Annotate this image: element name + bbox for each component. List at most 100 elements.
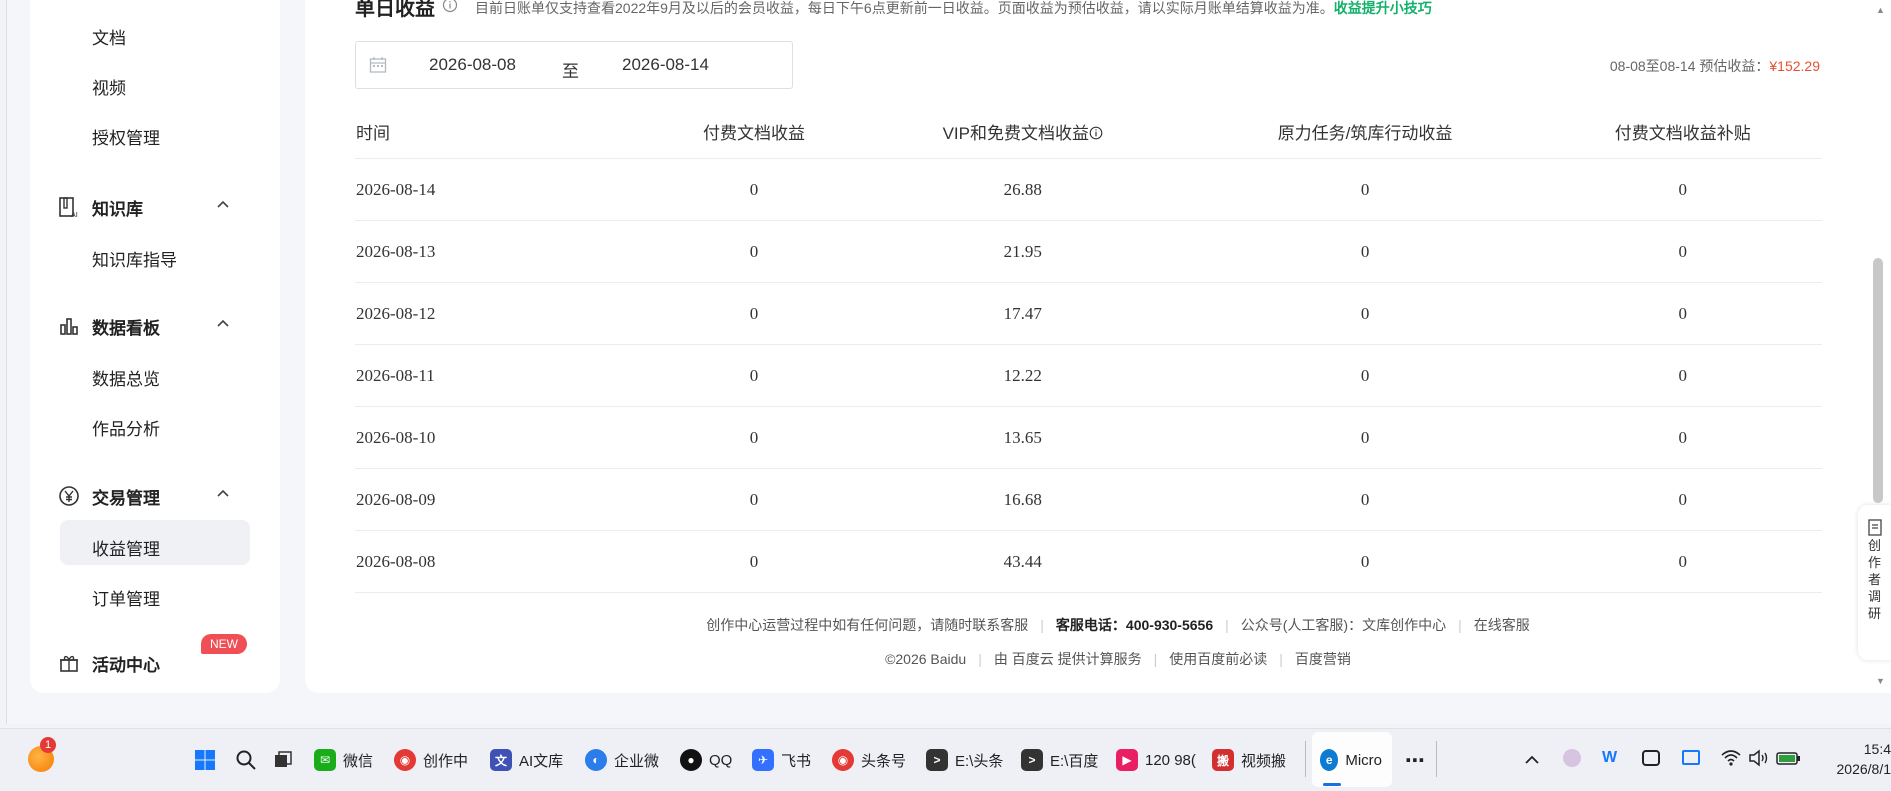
taskbar-app-terminal-toutiao[interactable]: >E:\头条 bbox=[926, 745, 1003, 775]
taskbar-label: 120 98( bbox=[1145, 752, 1196, 769]
section-note: 目前日账单仅支持查看2022年9月及以后的会员收益，每日下午6点更新前一日收益。… bbox=[475, 0, 1432, 18]
sidebar-item-work-analysis[interactable]: 作品分析 bbox=[92, 415, 160, 440]
taskbar-app-chrome-creator[interactable]: ◉ 创作中 bbox=[394, 745, 468, 775]
taskbar-label: 创作中 bbox=[423, 750, 468, 771]
system-clock[interactable]: 15:4 2026/8/1 bbox=[1837, 739, 1891, 779]
cell-value: 0 bbox=[649, 407, 859, 469]
cell-value: 13.65 bbox=[859, 407, 1187, 469]
taskbar-label: 飞书 bbox=[781, 750, 811, 771]
tray-toggle-icon[interactable] bbox=[1642, 750, 1660, 766]
info-icon[interactable] bbox=[442, 0, 458, 13]
sidebar-group-data-dashboard[interactable]: 数据看板 bbox=[56, 309, 246, 343]
taskbar-app-wechat[interactable]: ✉微信 bbox=[314, 745, 373, 775]
tray-display-icon[interactable] bbox=[1682, 750, 1700, 765]
video-app-icon: ▶ bbox=[1116, 749, 1138, 771]
taskbar-label: Micro bbox=[1345, 752, 1382, 769]
chevron-up-icon[interactable] bbox=[214, 196, 232, 214]
taskbar-app-terminal-baidu[interactable]: >E:\百度 bbox=[1021, 745, 1098, 775]
taskbar-label: 视频搬 bbox=[1241, 750, 1286, 771]
page-scrollbar[interactable] bbox=[1873, 258, 1883, 503]
sidebar-item-order-management[interactable]: 订单管理 bbox=[92, 585, 160, 610]
info-icon[interactable] bbox=[1089, 126, 1103, 140]
tray-app-icon[interactable]: W bbox=[1602, 749, 1622, 767]
scroll-down-arrow-icon[interactable]: ▼ bbox=[1876, 676, 1885, 686]
summary-label: 08-08至08-14 预估收益： bbox=[1610, 58, 1770, 74]
scroll-up-arrow-icon[interactable]: ▲ bbox=[1876, 5, 1885, 15]
cell-value: 0 bbox=[1187, 469, 1544, 531]
task-view-icon[interactable] bbox=[273, 750, 293, 770]
windows-start-icon[interactable] bbox=[194, 749, 216, 771]
date-range-picker[interactable]: 2026-08-08 至 2026-08-14 bbox=[355, 41, 793, 89]
cell-value: 21.95 bbox=[859, 221, 1187, 283]
sidebar-item-authorization[interactable]: 授权管理 bbox=[92, 124, 160, 149]
creator-survey-float[interactable]: 创 作 者 调 研 bbox=[1858, 505, 1891, 660]
header-vip-free-income-label: VIP和免费文档收益 bbox=[943, 124, 1089, 143]
header-date: 时间 bbox=[355, 105, 649, 159]
sidebar-item-docs[interactable]: 文档 bbox=[92, 24, 126, 49]
cell-value: 0 bbox=[1187, 283, 1544, 345]
footer-copyright-line: ©2026 Baidu|由 百度云 提供计算服务|使用百度前必读|百度营销 bbox=[0, 649, 1891, 669]
header-task-income: 原力任务/筑库行动收益 bbox=[1187, 105, 1544, 159]
sidebar-item-video[interactable]: 视频 bbox=[92, 74, 126, 99]
taskbar-app-edge[interactable]: e Micro bbox=[1320, 745, 1382, 775]
float-text: 者 bbox=[1858, 571, 1891, 588]
edge-icon: e bbox=[1320, 749, 1338, 771]
chevron-up-icon[interactable] bbox=[214, 315, 232, 333]
taskbar-divider bbox=[1436, 741, 1437, 777]
table-row: 2026-08-09016.6800 bbox=[355, 469, 1822, 531]
wifi-icon[interactable] bbox=[1720, 749, 1742, 767]
wechat-icon: ✉ bbox=[314, 749, 336, 771]
battery-icon[interactable] bbox=[1776, 749, 1802, 767]
wenku-icon: 文 bbox=[490, 749, 512, 771]
volume-icon[interactable] bbox=[1748, 749, 1770, 767]
header-paid-doc-subsidy: 付费文档收益补贴 bbox=[1543, 105, 1822, 159]
tray-app-icon[interactable] bbox=[1563, 749, 1581, 767]
footer-marketing-link[interactable]: 百度营销 bbox=[1295, 651, 1351, 667]
knowledge-base-icon: AI bbox=[56, 194, 82, 220]
taskbar-app-feishu[interactable]: ✈ 飞书 bbox=[752, 745, 811, 775]
chrome-icon: ◉ bbox=[832, 749, 854, 771]
cell-value: 0 bbox=[1543, 159, 1822, 221]
chevron-up-icon[interactable] bbox=[1523, 751, 1541, 769]
table-row: 2026-08-11012.2200 bbox=[355, 345, 1822, 407]
table-row: 2026-08-13021.9500 bbox=[355, 221, 1822, 283]
notification-badge: 1 bbox=[40, 737, 56, 753]
footer-online-service-link[interactable]: 在线客服 bbox=[1474, 617, 1530, 633]
clock-time: 15:4 bbox=[1837, 739, 1891, 759]
sidebar-item-data-overview[interactable]: 数据总览 bbox=[92, 365, 160, 390]
cell-date: 2026-08-14 bbox=[355, 159, 649, 221]
taskbar-app-ai-wenku[interactable]: 文AI文库 bbox=[490, 745, 563, 775]
income-tips-link[interactable]: 收益提升小技巧 bbox=[1334, 0, 1432, 16]
table-row: 2026-08-14026.8800 bbox=[355, 159, 1822, 221]
taskbar-app-wecom[interactable]: ◐企业微 bbox=[585, 745, 659, 775]
footer-must-read-link[interactable]: 使用百度前必读 bbox=[1169, 651, 1267, 667]
footer-copyright: ©2026 Baidu bbox=[885, 651, 966, 667]
note-text: 目前日账单仅支持查看2022年9月及以后的会员收益，每日下午6点更新前一日收益。… bbox=[475, 0, 1334, 16]
footer-wechat[interactable]: 公众号(人工客服)：文库创作中心 bbox=[1241, 617, 1446, 633]
feishu-icon: ✈ bbox=[752, 749, 774, 771]
cell-date: 2026-08-12 bbox=[355, 283, 649, 345]
taskbar-app-chrome-toutiao[interactable]: ◉头条号 bbox=[832, 745, 906, 775]
sidebar-item-knowledge-guide[interactable]: 知识库指导 bbox=[92, 246, 177, 271]
search-icon[interactable] bbox=[235, 749, 257, 771]
sidebar-group-transactions[interactable]: 交易管理 bbox=[56, 479, 246, 513]
more-apps-icon[interactable]: ⋯ bbox=[1405, 745, 1425, 775]
table-row: 2026-08-12017.4700 bbox=[355, 283, 1822, 345]
taskbar-app-video-mover[interactable]: 搬视频搬 bbox=[1212, 745, 1286, 775]
chrome-icon: ◉ bbox=[394, 749, 416, 771]
cell-value: 0 bbox=[649, 469, 859, 531]
taskbar-app-video-120[interactable]: ▶ 120 98( bbox=[1116, 745, 1196, 775]
cell-value: 17.47 bbox=[859, 283, 1187, 345]
cell-value: 0 bbox=[1187, 221, 1544, 283]
footer-cloud-link[interactable]: 由 百度云 提供计算服务 bbox=[994, 651, 1142, 667]
qq-icon: ● bbox=[680, 749, 702, 771]
end-date-input[interactable]: 2026-08-14 bbox=[622, 55, 709, 75]
taskbar-app-qq[interactable]: ●QQ bbox=[680, 745, 732, 775]
cell-value: 0 bbox=[649, 283, 859, 345]
header-vip-free-income: VIP和免费文档收益 bbox=[859, 105, 1187, 159]
start-date-input[interactable]: 2026-08-08 bbox=[429, 55, 516, 75]
sidebar-item-income-management[interactable]: 收益管理 bbox=[92, 535, 160, 560]
cell-value: 0 bbox=[1543, 283, 1822, 345]
chevron-up-icon[interactable] bbox=[214, 485, 232, 503]
sidebar-group-knowledge-base[interactable]: AI 知识库 bbox=[56, 190, 246, 224]
